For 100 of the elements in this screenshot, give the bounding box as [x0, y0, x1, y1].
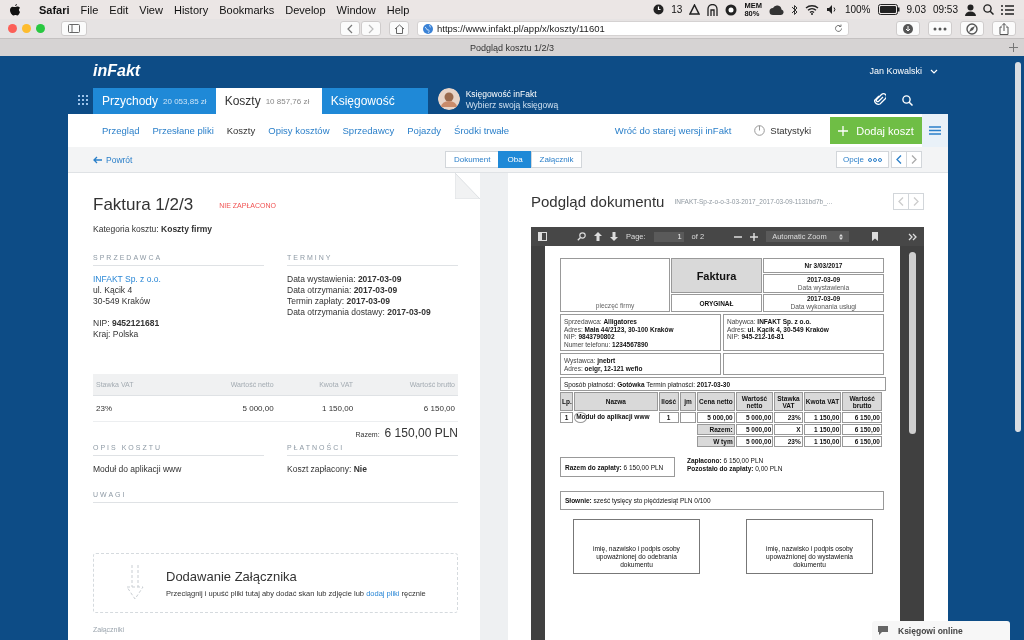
sidebar-toggle-icon[interactable] — [538, 232, 547, 241]
home-button[interactable] — [389, 21, 409, 36]
search-icon[interactable] — [577, 232, 586, 241]
zoom-in-icon[interactable] — [750, 232, 759, 241]
view-toggle[interactable]: Oba — [498, 151, 532, 168]
home-icon — [393, 23, 405, 34]
menu-icon — [929, 126, 941, 135]
menu-item[interactable]: File — [80, 3, 99, 16]
wifi-icon[interactable] — [804, 4, 819, 15]
bluetooth-icon[interactable] — [790, 3, 798, 16]
subnav-link[interactable]: Opisy kosztów — [268, 125, 330, 136]
apple-icon[interactable] — [10, 3, 20, 16]
up-arrow-icon[interactable] — [594, 232, 602, 241]
cloud-icon[interactable] — [768, 4, 784, 15]
chevron-right-icon — [913, 196, 919, 206]
address-field[interactable]: https://www.infakt.pl/app/x/koszty/11601 — [417, 21, 849, 36]
download-icon — [903, 23, 913, 34]
menu-item[interactable]: History — [173, 3, 209, 16]
subnav-link[interactable]: Przegląd — [102, 125, 140, 136]
menubar-date[interactable]: 9.03 — [906, 4, 926, 15]
menu-button[interactable] — [922, 114, 948, 147]
url-text: https://www.infakt.pl/app/x/koszty/11601 — [437, 23, 605, 34]
reload-icon[interactable] — [834, 24, 843, 33]
notification-count: 13 — [671, 4, 683, 15]
accountant-name: Księgowość inFakt — [465, 89, 538, 100]
zoom-out-icon[interactable] — [734, 235, 743, 238]
speaker-icon[interactable] — [825, 4, 838, 15]
avatar-icon[interactable] — [437, 88, 460, 110]
circle-icon[interactable] — [725, 3, 738, 16]
chevron-down-icon[interactable] — [930, 68, 938, 74]
section-tab[interactable]: Księgowość — [321, 88, 428, 114]
menu-item[interactable]: Safari — [39, 3, 70, 16]
search-icon[interactable] — [983, 4, 994, 15]
date-line: Data otrzymania dostawy: 2017-03-09 — [287, 307, 432, 318]
double-chevron-icon[interactable] — [908, 232, 917, 241]
speech-bubble-icon — [878, 626, 888, 635]
sidebar-button[interactable] — [61, 21, 87, 36]
date-line: Data otrzymania: 2017-03-09 — [287, 285, 399, 296]
date-line: Termin zapłaty: 2017-03-09 — [287, 296, 391, 307]
arrow-left-icon — [93, 155, 102, 164]
chat-widget[interactable]: Księgowi online — [872, 621, 1010, 640]
options-button[interactable]: Opcje — [836, 151, 889, 168]
menu-item[interactable]: Bookmarks — [219, 3, 275, 16]
subnav-link[interactable]: Przesłane pliki — [152, 125, 214, 136]
plus-icon — [838, 125, 849, 136]
bookmark-icon[interactable] — [872, 232, 878, 241]
back-link[interactable]: Powrót — [93, 154, 133, 165]
menu-item[interactable]: Window — [336, 3, 376, 16]
view-toggle[interactable]: Załącznik — [530, 151, 583, 168]
arch-icon[interactable] — [707, 3, 719, 16]
back-button[interactable] — [340, 21, 360, 36]
view-toggle[interactable]: Dokument — [445, 151, 500, 168]
battery-icon[interactable] — [877, 4, 900, 15]
choose-accountant-link[interactable]: Wybierz swoją księgową — [465, 100, 559, 111]
user-icon[interactable] — [965, 3, 976, 16]
section-tab[interactable]: Przychody 20 053,85 zł — [93, 88, 216, 114]
chevron-left-icon — [896, 155, 902, 164]
subnav-link[interactable]: Koszty — [226, 125, 256, 136]
menu-item[interactable]: View — [139, 3, 163, 16]
attachment-title: Dodawanie Załącznika — [166, 568, 298, 584]
seller-link[interactable]: INFAKT Sp. z o.o. — [93, 274, 264, 285]
logo[interactable]: inFakt — [93, 62, 141, 80]
preview-title: Podgląd dokumentu — [531, 192, 665, 210]
more-button[interactable] — [928, 21, 952, 36]
scrollbar-thumb[interactable] — [1015, 62, 1021, 432]
share-button[interactable] — [992, 21, 1016, 36]
menubar-time[interactable]: 09:53 — [932, 4, 958, 15]
down-arrow-icon[interactable] — [610, 232, 618, 241]
download-button[interactable] — [896, 21, 920, 36]
sidebar-icon — [68, 24, 80, 33]
pie-chart-icon[interactable] — [754, 125, 766, 136]
paperclip-icon[interactable] — [874, 92, 886, 106]
menu-item[interactable]: Help — [386, 3, 410, 16]
apps-grid-icon[interactable] — [78, 95, 88, 105]
subnav-link[interactable]: Pojazdy — [407, 125, 442, 136]
user-menu[interactable]: Jan Kowalski — [869, 66, 922, 76]
compass-button[interactable] — [960, 21, 984, 36]
stats-link[interactable]: Statystyki — [770, 125, 811, 136]
seller-country: Kraj: Polska — [93, 329, 140, 340]
previous-button[interactable] — [891, 151, 907, 168]
section-tab[interactable]: Koszty 10 857,76 zł — [215, 88, 322, 114]
payment-info: Koszt zapłacony: Nie — [287, 464, 368, 475]
date-line: Data wystawienia: 2017-03-09 — [287, 274, 403, 285]
triangle-icon[interactable] — [689, 4, 701, 15]
share-icon — [999, 22, 1009, 35]
scrollbar-thumb[interactable] — [908, 252, 916, 434]
menu-item[interactable]: Develop — [285, 3, 326, 16]
browser-tab[interactable]: Podgląd kosztu 1/2/3 — [469, 42, 555, 53]
search-icon[interactable] — [902, 95, 913, 106]
table-cell: 5 000,00 — [179, 395, 277, 422]
caret-icon — [838, 233, 843, 240]
list-icon[interactable] — [1001, 4, 1014, 15]
old-version-link[interactable]: Wróć do starej wersji inFakt — [614, 125, 732, 136]
new-tab-icon[interactable] — [1009, 43, 1018, 52]
clock-icon[interactable] — [653, 4, 665, 15]
cost-description: Moduł do aplikacji www — [93, 464, 183, 475]
chevron-right-icon — [368, 23, 374, 34]
subnav-link[interactable]: Środki trwałe — [454, 125, 509, 136]
subnav-link[interactable]: Sprzedawcy — [342, 125, 395, 136]
menu-item[interactable]: Edit — [109, 3, 129, 16]
